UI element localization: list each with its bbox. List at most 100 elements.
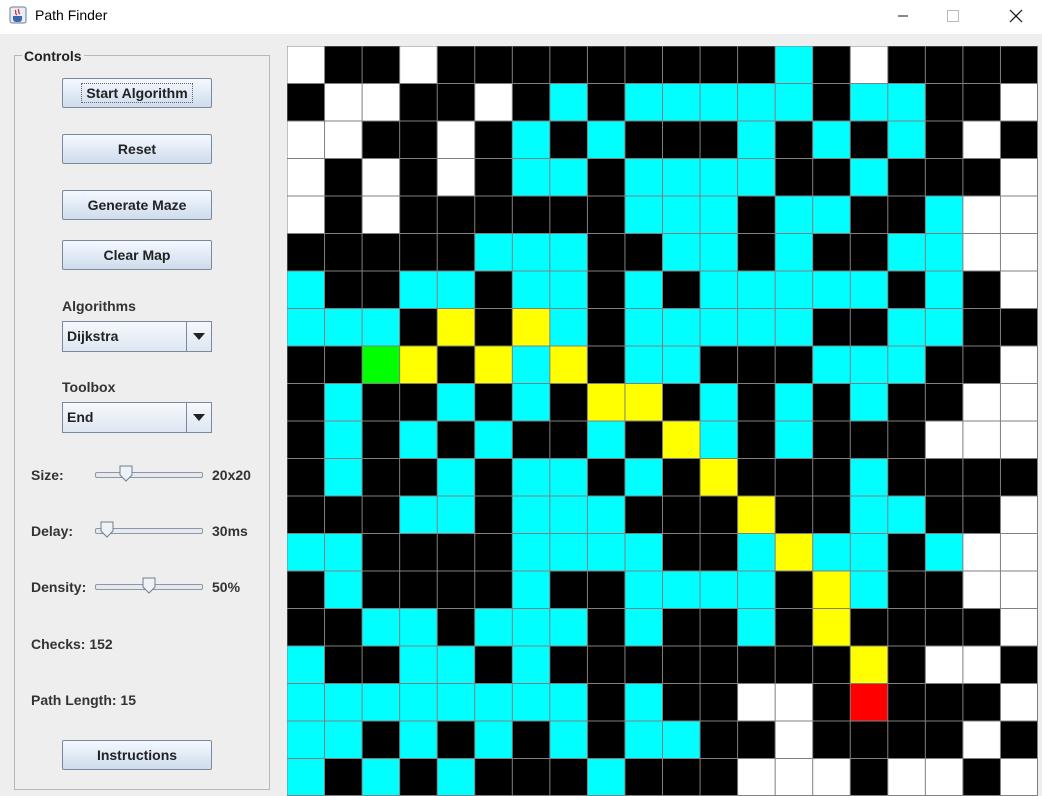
grid-cell-wall[interactable] xyxy=(887,608,926,647)
grid-cell-open[interactable] xyxy=(399,46,438,84)
grid-cell-wall[interactable] xyxy=(737,421,776,459)
grid-cell-wall[interactable] xyxy=(549,646,588,684)
grid-cell-checked[interactable] xyxy=(700,196,738,234)
start-algorithm-button[interactable]: Start Algorithm xyxy=(62,78,212,108)
maximize-button[interactable] xyxy=(930,0,976,32)
grid-cell-end[interactable] xyxy=(850,683,888,722)
grid-cell-open[interactable] xyxy=(287,121,325,159)
grid-cell-wall[interactable] xyxy=(925,383,963,422)
grid-cell-open[interactable] xyxy=(962,196,1001,234)
grid-cell-wall[interactable] xyxy=(812,458,851,497)
grid-cell-wall[interactable] xyxy=(324,646,363,684)
grid-cell-wall[interactable] xyxy=(287,83,325,122)
size-slider[interactable] xyxy=(95,464,203,484)
grid-cell-wall[interactable] xyxy=(925,683,963,722)
grid-cell-wall[interactable] xyxy=(925,46,963,84)
grid-cell-wall[interactable] xyxy=(1000,121,1038,159)
grid-cell-open[interactable] xyxy=(437,121,475,159)
grid-cell-wall[interactable] xyxy=(925,571,963,609)
grid-cell-wall[interactable] xyxy=(812,421,851,459)
grid-cell-wall[interactable] xyxy=(399,196,438,234)
grid-cell-checked[interactable] xyxy=(324,683,363,722)
grid-cell-wall[interactable] xyxy=(887,158,926,197)
grid-cell-wall[interactable] xyxy=(362,646,400,684)
grid-cell-wall[interactable] xyxy=(474,121,513,159)
grid-cell-checked[interactable] xyxy=(624,346,663,384)
grid-cell-wall[interactable] xyxy=(850,196,888,234)
grid-cell-checked[interactable] xyxy=(925,533,963,572)
minimize-button[interactable] xyxy=(880,0,926,32)
grid-cell-wall[interactable] xyxy=(399,158,438,197)
grid-cell-checked[interactable] xyxy=(287,683,325,722)
grid-cell-wall[interactable] xyxy=(324,46,363,84)
grid-cell-checked[interactable] xyxy=(775,271,813,309)
grid-cell-wall[interactable] xyxy=(474,496,513,534)
grid-cell-wall[interactable] xyxy=(925,158,963,197)
grid-cell-checked[interactable] xyxy=(399,646,438,684)
grid-cell-checked[interactable] xyxy=(737,158,776,197)
grid-cell-wall[interactable] xyxy=(512,83,550,122)
grid-cell-open[interactable] xyxy=(362,83,400,122)
grid-cell-checked[interactable] xyxy=(812,271,851,309)
grid-cell-wall[interactable] xyxy=(624,46,663,84)
grid-cell-wall[interactable] xyxy=(962,158,1001,197)
grid-cell-wall[interactable] xyxy=(662,46,701,84)
grid-cell-checked[interactable] xyxy=(362,308,400,347)
generate-maze-button[interactable]: Generate Maze xyxy=(62,190,212,220)
grid-cell-wall[interactable] xyxy=(775,496,813,534)
grid-cell-checked[interactable] xyxy=(775,83,813,122)
grid-cell-wall[interactable] xyxy=(925,608,963,647)
grid-cell-open[interactable] xyxy=(737,683,776,722)
grid-cell-path[interactable] xyxy=(775,533,813,572)
grid-cell-wall[interactable] xyxy=(362,458,400,497)
grid-cell-wall[interactable] xyxy=(812,233,851,272)
grid-cell-wall[interactable] xyxy=(474,271,513,309)
grid-cell-wall[interactable] xyxy=(962,83,1001,122)
grid-cell-checked[interactable] xyxy=(737,271,776,309)
grid-cell-wall[interactable] xyxy=(287,571,325,609)
grid-cell-path[interactable] xyxy=(474,346,513,384)
grid-cell-checked[interactable] xyxy=(287,533,325,572)
grid-cell-checked[interactable] xyxy=(925,196,963,234)
grid-cell-checked[interactable] xyxy=(399,496,438,534)
grid-cell-wall[interactable] xyxy=(700,683,738,722)
grid-cell-checked[interactable] xyxy=(775,46,813,84)
grid-cell-wall[interactable] xyxy=(624,758,663,796)
grid-cell-wall[interactable] xyxy=(474,46,513,84)
grid-cell-checked[interactable] xyxy=(887,496,926,534)
grid-cell-wall[interactable] xyxy=(700,721,738,759)
grid-cell-wall[interactable] xyxy=(662,758,701,796)
grid-cell-wall[interactable] xyxy=(324,271,363,309)
grid-cell-wall[interactable] xyxy=(775,646,813,684)
grid-cell-checked[interactable] xyxy=(700,571,738,609)
grid-cell-checked[interactable] xyxy=(549,308,588,347)
grid-cell-wall[interactable] xyxy=(287,421,325,459)
grid-cell-checked[interactable] xyxy=(324,533,363,572)
grid-cell-wall[interactable] xyxy=(700,758,738,796)
grid-cell-wall[interactable] xyxy=(437,346,475,384)
grid-cell-start[interactable] xyxy=(362,346,400,384)
grid-cell-wall[interactable] xyxy=(700,121,738,159)
grid-cell-wall[interactable] xyxy=(624,421,663,459)
grid-cell-wall[interactable] xyxy=(399,121,438,159)
grid-cell-checked[interactable] xyxy=(887,121,926,159)
grid-cell-checked[interactable] xyxy=(624,458,663,497)
grid-cell-wall[interactable] xyxy=(812,496,851,534)
grid-cell-wall[interactable] xyxy=(587,233,625,272)
grid-cell-wall[interactable] xyxy=(437,233,475,272)
grid-cell-checked[interactable] xyxy=(287,271,325,309)
grid-cell-wall[interactable] xyxy=(850,608,888,647)
grid-cell-wall[interactable] xyxy=(362,233,400,272)
grid-cell-checked[interactable] xyxy=(775,196,813,234)
grid-cell-wall[interactable] xyxy=(737,458,776,497)
grid-cell-checked[interactable] xyxy=(624,533,663,572)
grid-cell-wall[interactable] xyxy=(324,196,363,234)
grid-cell-wall[interactable] xyxy=(662,533,701,572)
grid-cell-wall[interactable] xyxy=(362,383,400,422)
grid-cell-wall[interactable] xyxy=(850,758,888,796)
grid-cell-wall[interactable] xyxy=(737,233,776,272)
chevron-down-icon[interactable] xyxy=(186,322,211,351)
grid-cell-checked[interactable] xyxy=(549,271,588,309)
grid-cell-wall[interactable] xyxy=(549,383,588,422)
slider-thumb[interactable] xyxy=(119,465,133,482)
